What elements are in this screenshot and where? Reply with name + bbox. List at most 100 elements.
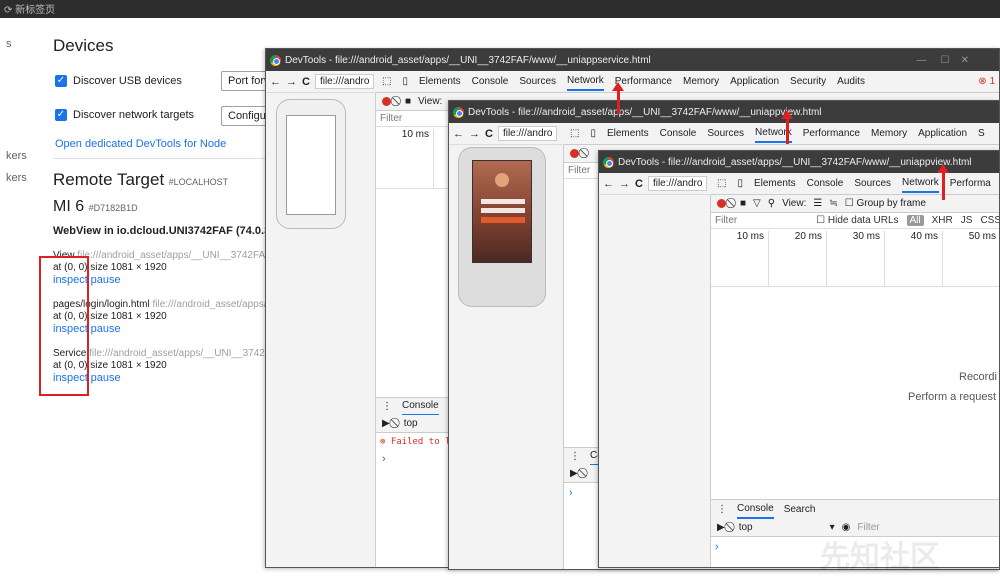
window-titlebar[interactable]: DevTools - file:///android_asset/apps/__… [266, 49, 999, 71]
url-field[interactable]: file:///andro [314, 74, 375, 89]
sidebar-item-fragment[interactable]: s [6, 38, 12, 50]
filter-js-button[interactable]: JS [961, 215, 973, 226]
network-timeline: 10 ms 20 ms 30 ms 40 ms 50 ms [711, 231, 999, 287]
port-forwarding-button[interactable]: Port forw [221, 71, 271, 91]
devtools-window-view-2[interactable]: DevTools - file:///android_asset/apps/__… [598, 150, 1000, 568]
discover-usb-checkbox[interactable]: ✓ Discover USB devices [55, 75, 182, 87]
sidebar-item-fragment[interactable]: kers [6, 150, 27, 162]
drawer-menu-icon[interactable]: ⋮ [570, 451, 580, 462]
pause-link[interactable]: pause [91, 274, 121, 286]
back-arrow-icon[interactable]: ← [453, 128, 464, 140]
console-error-message: ⊗ Failed to lo [380, 437, 456, 447]
tab-sources[interactable]: Sources [707, 128, 744, 139]
device-toggle-icon[interactable]: ▯ [737, 178, 743, 189]
device-heading: MI 6 #D7182B1D [53, 198, 138, 215]
console-prompt[interactable]: › [715, 541, 719, 553]
search-drawer-tab[interactable]: Search [784, 504, 816, 515]
timeline-tick: 10 ms [711, 231, 769, 287]
tab-elements[interactable]: Elements [607, 128, 649, 139]
sidebar-toggle-icon[interactable]: ▶ [570, 468, 578, 479]
context-select[interactable]: top [739, 522, 753, 533]
annotation-arrow [612, 82, 624, 114]
inspect-element-icon[interactable]: ⬚ [570, 128, 579, 139]
chrome-icon [603, 156, 614, 168]
tab-network[interactable]: Network [902, 174, 939, 193]
pause-link[interactable]: pause [91, 323, 121, 335]
search-icon[interactable]: ⚲ [768, 198, 775, 209]
inspect-element-icon[interactable]: ⬚ [382, 76, 391, 87]
back-arrow-icon[interactable]: ← [270, 76, 281, 88]
tab-security[interactable]: Security [790, 76, 826, 87]
pause-link[interactable]: pause [91, 372, 121, 384]
record-icon[interactable] [717, 199, 726, 208]
login-button [481, 217, 525, 223]
screencast-pane [266, 93, 376, 567]
sidebar-toggle-icon[interactable]: ▶ [382, 418, 390, 429]
forward-arrow-icon[interactable]: → [619, 178, 630, 190]
tab-network[interactable]: Network [567, 72, 604, 91]
record-icon[interactable] [570, 149, 579, 158]
screencast-nav: ← → C file:///andro [599, 173, 711, 195]
drawer-menu-icon[interactable]: ⋮ [717, 504, 727, 515]
context-select[interactable]: top [404, 418, 418, 429]
record-icon[interactable] [382, 97, 391, 106]
hide-data-urls-checkbox[interactable]: ☐ Hide data URLs [816, 215, 898, 226]
console-prompt[interactable]: › [569, 487, 573, 499]
tab-application[interactable]: Application [730, 76, 779, 87]
tab-console[interactable]: Console [660, 128, 697, 139]
list-view-icon[interactable]: ☰ [813, 198, 822, 209]
configure-button[interactable]: Configur [221, 106, 271, 126]
tab-security[interactable]: S [978, 128, 985, 139]
window-controls[interactable]: — ☐ ✕ [917, 55, 999, 66]
tab-sources[interactable]: Sources [854, 178, 891, 189]
inspect-element-icon[interactable]: ⬚ [717, 178, 726, 189]
tab-elements[interactable]: Elements [754, 178, 796, 189]
discover-network-checkbox[interactable]: ✓ Discover network targets [55, 109, 194, 121]
filter-all-button[interactable]: All [906, 215, 924, 226]
forward-arrow-icon[interactable]: → [286, 76, 297, 88]
forward-arrow-icon[interactable]: → [469, 128, 480, 140]
tab-elements[interactable]: Elements [419, 76, 461, 87]
sidebar-item-fragment[interactable]: kers [6, 172, 27, 184]
tab-application[interactable]: Application [918, 128, 967, 139]
timeline-tick: 50 ms [943, 231, 999, 287]
drawer-menu-icon[interactable]: ⋮ [382, 401, 392, 412]
sidebar-toggle-icon[interactable]: ▶ [717, 522, 725, 533]
perform-request-hint: Perform a request or [908, 391, 1000, 403]
tab-performance[interactable]: Performance [803, 128, 860, 139]
tab-sources[interactable]: Sources [519, 76, 556, 87]
console-prompt[interactable]: › [382, 453, 386, 465]
device-toggle-icon[interactable]: ▯ [590, 128, 596, 139]
back-arrow-icon[interactable]: ← [603, 178, 614, 190]
device-toggle-icon[interactable]: ▯ [402, 76, 408, 87]
camera-icon[interactable]: ■ [740, 198, 746, 209]
tab-memory[interactable]: Memory [871, 128, 907, 139]
tab-performance[interactable]: Performa [950, 178, 991, 189]
tab-console[interactable]: Console [807, 178, 844, 189]
url-field[interactable]: file:///andro [647, 176, 708, 191]
discover-usb-label: Discover USB devices [73, 75, 182, 87]
waterfall-view-icon[interactable]: ≒ [829, 198, 837, 209]
tab-audits[interactable]: Audits [837, 76, 865, 87]
console-drawer-tab[interactable]: Console [737, 500, 774, 519]
view-label: View: [418, 96, 443, 107]
tab-console[interactable]: Console [472, 76, 509, 87]
camera-icon[interactable]: ■ [405, 96, 411, 107]
reload-icon[interactable]: C [485, 128, 493, 140]
reload-icon[interactable]: C [302, 76, 310, 88]
checkbox-checked-icon: ✓ [55, 109, 67, 121]
filter-input[interactable]: Filter [715, 215, 808, 226]
filter-funnel-icon[interactable]: ▽ [753, 198, 761, 209]
tab-memory[interactable]: Memory [683, 76, 719, 87]
open-node-devtools-link[interactable]: Open dedicated DevTools for Node [55, 138, 226, 150]
filter-xhr-button[interactable]: XHR [932, 215, 953, 226]
reload-icon[interactable]: C [635, 178, 643, 190]
filter-css-button[interactable]: CSS [980, 215, 999, 226]
window-titlebar[interactable]: DevTools - file:///android_asset/apps/__… [449, 101, 999, 123]
url-field[interactable]: file:///andro [497, 126, 558, 141]
app-logo-icon [495, 173, 509, 187]
group-by-frame-checkbox[interactable]: ☐ Group by frame [845, 198, 926, 209]
remote-target-heading: Remote Target #LOCALHOST [53, 170, 229, 189]
console-drawer-tab[interactable]: Console [402, 398, 439, 415]
error-badge[interactable]: ⊗ 1 [978, 76, 999, 87]
